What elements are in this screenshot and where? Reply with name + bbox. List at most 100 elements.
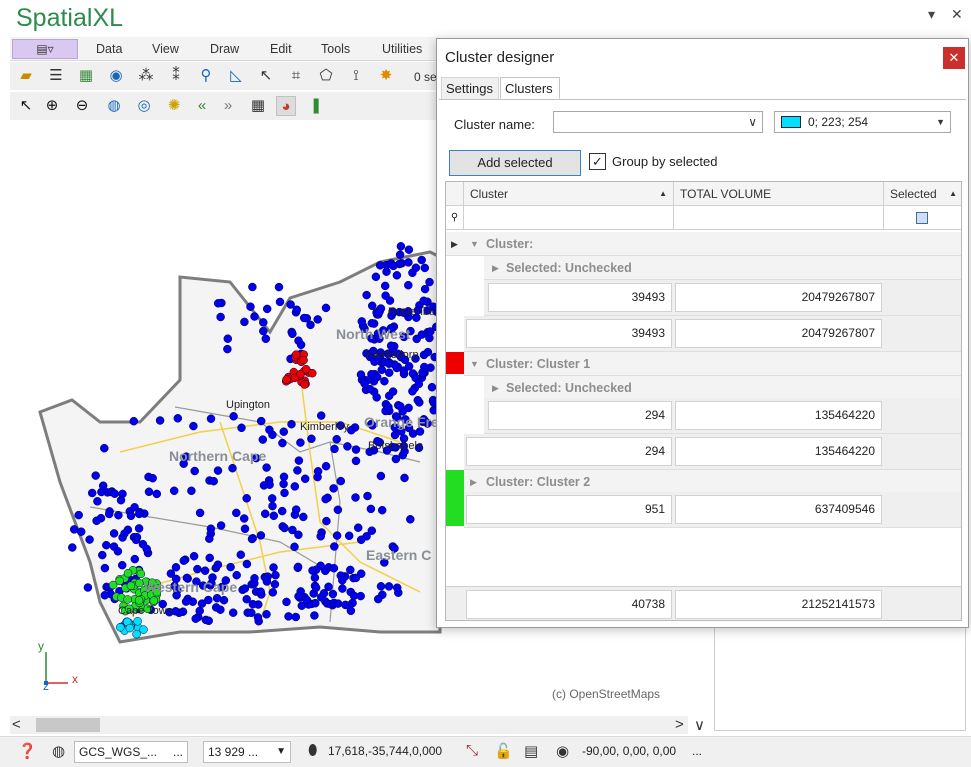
map-point[interactable] [344,531,354,541]
map-point[interactable] [219,595,229,605]
map-point[interactable] [286,300,295,309]
map-point[interactable] [333,599,343,608]
map-point[interactable] [268,588,278,597]
map-point[interactable] [389,261,398,271]
map-point[interactable] [313,467,323,476]
map-point[interactable] [189,421,198,431]
map-point[interactable] [365,384,375,394]
map-point[interactable] [308,566,317,575]
map-point[interactable] [265,425,274,435]
map-point[interactable] [330,444,339,454]
map-point[interactable] [134,524,144,533]
map-point[interactable] [206,414,216,423]
map-point[interactable] [193,564,202,574]
map-point[interactable] [240,317,249,327]
map-point[interactable] [294,530,303,540]
map-point[interactable] [256,587,265,596]
map-point[interactable] [232,508,241,518]
map-point[interactable] [366,504,376,514]
ruler-icon[interactable]: ◺ [226,66,246,86]
collapse-icon[interactable]: ▼ [470,352,479,376]
map-point[interactable] [248,282,257,292]
map-point[interactable] [408,369,418,378]
map-point[interactable] [418,368,427,377]
map-point[interactable] [338,576,347,585]
map-point[interactable] [279,472,289,482]
map-point[interactable] [187,486,196,496]
map-point[interactable] [76,527,86,536]
map-point[interactable] [307,434,316,444]
map-point[interactable] [115,576,124,586]
expand-icon[interactable]: ▶ [492,256,499,280]
map-point[interactable] [123,568,133,578]
snap-icon[interactable]: ⤡ [466,742,478,759]
globe-icon[interactable]: ◍ [104,96,124,116]
map-point[interactable] [356,535,366,545]
map-point[interactable] [324,582,333,592]
map-point[interactable] [392,271,402,280]
map-point[interactable] [262,610,271,619]
map-point[interactable] [367,526,377,535]
map-point[interactable] [125,623,135,633]
map-point[interactable] [239,514,249,523]
network-icon[interactable]: ⁑ [166,66,186,86]
map-point[interactable] [213,299,223,308]
scrollbar-thumb[interactable] [36,718,100,732]
map-point[interactable] [351,456,361,466]
group-row-cluster-empty[interactable]: ▶ ▼ Cluster: [446,232,961,256]
map-point[interactable] [381,291,390,300]
map-point[interactable] [291,350,301,359]
map-point[interactable] [371,272,381,282]
map-point[interactable] [279,427,289,436]
pointer-icon[interactable]: ↖ [16,96,36,116]
settings-gear-icon[interactable]: ✺ [164,96,184,116]
pin-icon[interactable]: ⚲ [196,66,216,86]
map-point[interactable] [404,258,413,267]
map-point[interactable] [237,423,246,433]
map-point[interactable] [155,416,165,425]
map-point[interactable] [332,531,342,540]
map-point[interactable] [356,569,366,578]
lock-icon[interactable]: 🔓 [494,742,513,760]
group-row-cluster-2[interactable]: ▶ Cluster: Cluster 2 [464,470,961,494]
map-point[interactable] [74,510,83,520]
app-menu-button[interactable]: ▤▿ [12,39,78,59]
map-point[interactable] [299,355,308,365]
map-point[interactable] [396,402,405,411]
map-point[interactable] [408,268,417,278]
map-point[interactable] [247,534,257,544]
map-point[interactable] [384,582,394,591]
map-point[interactable] [269,511,279,521]
map-point[interactable] [296,438,305,447]
map-point[interactable] [280,488,289,498]
map-point[interactable] [242,494,251,503]
menu-view[interactable]: View [152,42,179,56]
clear-selection-icon[interactable]: ✸ [376,66,396,86]
map-point[interactable] [367,301,377,311]
map-point[interactable] [274,282,284,292]
select-lasso-icon[interactable]: ⟟ [346,66,366,86]
map-point[interactable] [271,570,280,580]
map-point[interactable] [223,344,232,354]
filter-cluster-input[interactable] [464,206,674,230]
map-point[interactable] [336,476,346,486]
map-point[interactable] [376,471,386,481]
map-point[interactable] [280,523,289,533]
map-point[interactable] [116,623,125,632]
filter-selected-checkbox[interactable] [884,206,961,230]
map-point[interactable] [126,581,136,591]
chevron-down-icon[interactable]: ▼ [936,112,945,132]
map-point[interactable] [423,347,433,357]
map-point[interactable] [262,577,272,586]
map-point[interactable] [367,369,376,379]
map-point[interactable] [353,523,363,532]
map-point[interactable] [321,461,331,471]
menu-utilities[interactable]: Utilities [382,42,422,56]
map-point[interactable] [417,255,426,265]
map-point[interactable] [129,416,139,426]
filter-pin-icon[interactable]: ⚲ [446,206,464,230]
map-point[interactable] [256,416,266,426]
map-point[interactable] [240,524,250,534]
menu-tools[interactable]: Tools [321,42,350,56]
map-point[interactable] [294,456,304,465]
